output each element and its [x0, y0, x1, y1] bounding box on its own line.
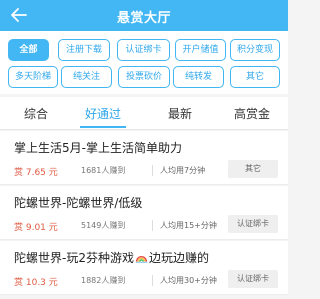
task-title-part: 陀螺世界-玩2芬种游戏: [14, 251, 134, 265]
task-item[interactable]: 陀螺世界-陀螺世界/低级 赏 9.01 元 5149人赚到 人均用15+分钟 认…: [0, 186, 288, 240]
page-title: 悬赏大厅: [116, 11, 171, 26]
sort-tabs: 综合 好通过 最新 高赏金: [0, 97, 288, 130]
task-category-filters: 全部 注册下载 认证绑卡 开户储值 积分变现 多天阶梯 纯关注 投票砍价 纯转发…: [0, 31, 288, 94]
earned-count: 1681人赚到: [81, 165, 153, 176]
task-category-tag: 认证绑卡: [228, 270, 278, 288]
task-item[interactable]: 掌上生活5月-掌上生活简单助力 赏 7.65 元 1681人赚到 人均用7分钟 …: [0, 131, 288, 185]
tab-easy-approval[interactable]: 好通过: [67, 105, 139, 122]
filter-other[interactable]: 其它: [230, 66, 280, 88]
reward-price: 赏 10.3 元: [14, 278, 58, 288]
active-tab-indicator: [80, 126, 126, 128]
filter-follow-only[interactable]: 纯关注: [61, 66, 112, 88]
average-time: 人均用30+分钟: [160, 276, 217, 285]
top-bar: 悬赏大厅: [0, 0, 288, 31]
task-category-tag: 认证绑卡: [228, 215, 278, 233]
filter-vote-bargain[interactable]: 投票砍价: [118, 66, 170, 88]
filter-repost-only[interactable]: 纯转发: [173, 66, 224, 88]
task-title: 掌上生活5月-掌上生活简单助力: [14, 141, 182, 155]
filter-card-binding[interactable]: 认证绑卡: [117, 39, 170, 61]
filter-register-download[interactable]: 注册下载: [58, 39, 110, 61]
earned-count: 1882人赚到: [81, 275, 153, 286]
filter-multi-day[interactable]: 多天阶梯: [8, 66, 58, 88]
reward-price: 赏 9.01 元: [14, 223, 58, 233]
task-item[interactable]: 陀螺世界-玩2芬种游戏 边玩边赚的 赏 10.3 元 1882人赚到 人均用30…: [0, 241, 288, 295]
task-title: 陀螺世界-玩2芬种游戏 边玩边赚的: [14, 249, 274, 266]
filter-all[interactable]: 全部: [8, 39, 49, 61]
tab-high-reward[interactable]: 高赏金: [216, 105, 288, 122]
task-title-part: 边玩边赚的: [148, 251, 209, 265]
filter-points-cashout[interactable]: 积分变现: [230, 39, 280, 61]
average-time: 人均用7分钟: [160, 166, 206, 175]
task-title: 陀螺世界-陀螺世界/低级: [14, 196, 143, 210]
earned-count: 5149人赚到: [81, 220, 153, 231]
reward-price: 赏 7.65 元: [14, 168, 58, 178]
tab-overall[interactable]: 综合: [0, 105, 72, 122]
tab-newest[interactable]: 最新: [144, 105, 216, 122]
average-time: 人均用15+分钟: [160, 221, 217, 230]
filter-account-deposit[interactable]: 开户储值: [175, 39, 226, 61]
task-category-tag: 其它: [228, 160, 278, 178]
rainbow-icon: [135, 256, 148, 263]
